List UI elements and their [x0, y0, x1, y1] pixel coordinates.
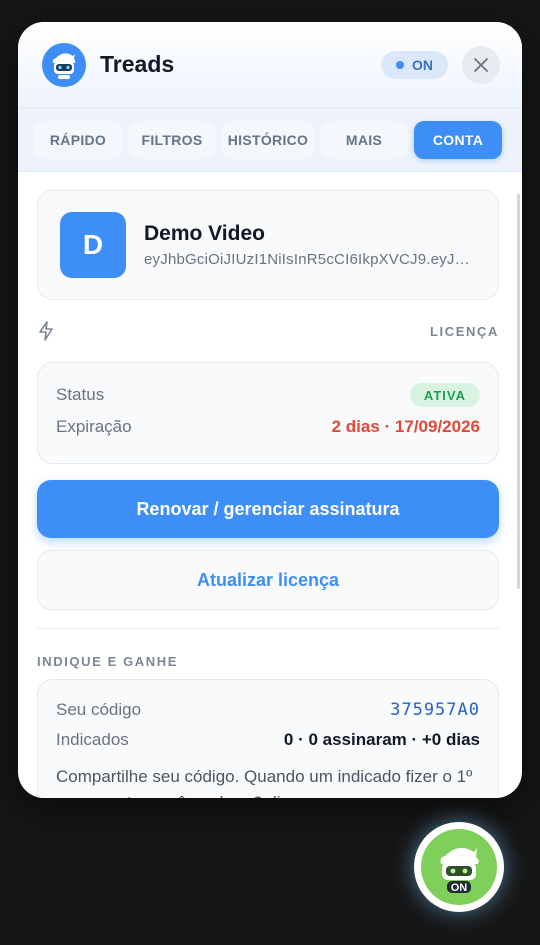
- robot-icon: [42, 42, 86, 87]
- tab-conta[interactable]: CONTA: [414, 120, 502, 159]
- renew-subscription-button[interactable]: Renovar / gerenciar assinatura: [37, 480, 499, 538]
- license-section-label: LICENÇA: [430, 323, 499, 339]
- expiry-value: 2 dias · 17/09/2026: [331, 417, 480, 436]
- referral-code-row: Seu código 375957A0: [56, 700, 480, 720]
- status-dot-icon: [396, 60, 404, 69]
- tab-filtros[interactable]: FILTROS: [128, 120, 216, 159]
- referred-label: Indicados: [56, 730, 129, 749]
- license-status-row: Status ATIVA: [56, 383, 480, 407]
- floating-toggle-button[interactable]: ON: [414, 822, 504, 912]
- account-info: Demo Video eyJhbGciOiJIUzI1NiIsInR5cCI6I…: [144, 222, 474, 268]
- referred-value: 0 · 0 assinaram · +0 dias: [283, 730, 480, 749]
- license-card: Status ATIVA Expiração 2 dias · 17/09/20…: [37, 362, 499, 464]
- close-icon: [474, 57, 488, 72]
- code-label: Seu código: [56, 700, 142, 719]
- account-name: Demo Video: [144, 222, 265, 245]
- avatar: D: [60, 212, 126, 278]
- referral-description: Compartilhe seu código. Quando um indica…: [56, 767, 473, 798]
- panel-header: Treads ON: [18, 22, 522, 108]
- status-toggle[interactable]: ON: [381, 50, 448, 79]
- tab-mais[interactable]: MAIS: [320, 120, 408, 159]
- tab-bar: RÁPIDO FILTROS HISTÓRICO MAIS CONTA: [18, 108, 522, 172]
- tab-rapido[interactable]: RÁPIDO: [34, 120, 122, 159]
- refresh-license-button[interactable]: Atualizar licença: [37, 550, 499, 610]
- expiry-label: Expiração: [56, 417, 132, 436]
- account-content: D Demo Video eyJhbGciOiJIUzI1NiIsInR5cCI…: [18, 172, 522, 798]
- license-expiry-row: Expiração 2 dias · 17/09/2026: [56, 417, 480, 437]
- fab-label: ON: [451, 882, 468, 894]
- referral-card: Seu código 375957A0 Indicados 0 · 0 assi…: [37, 679, 499, 798]
- lightning-icon: [39, 321, 53, 341]
- account-token: eyJhbGciOiJIUzI1NiIsInR5cCI6IkpXVCJ9.eyJ…: [144, 251, 474, 268]
- tab-historico[interactable]: HISTÓRICO: [222, 120, 314, 159]
- referral-section-label: INDIQUE E GANHE: [37, 654, 179, 669]
- account-card: D Demo Video eyJhbGciOiJIUzI1NiIsInR5cCI…: [37, 190, 499, 300]
- referral-section-header: INDIQUE E GANHE: [37, 629, 499, 669]
- app-title: Treads: [100, 51, 175, 77]
- referred-row: Indicados 0 · 0 assinaram · +0 dias: [56, 730, 480, 750]
- close-button[interactable]: [462, 45, 500, 84]
- license-section-header: LICENÇA: [37, 300, 499, 362]
- referral-code[interactable]: 375957A0: [390, 700, 480, 720]
- status-label: Status: [56, 385, 105, 404]
- extension-panel: Treads ON RÁPIDO FILTROS HISTÓRICO MAIS …: [18, 22, 522, 798]
- status-badge: ATIVA: [409, 383, 480, 407]
- status-toggle-label: ON: [412, 56, 433, 73]
- robot-on-icon: ON: [421, 829, 497, 905]
